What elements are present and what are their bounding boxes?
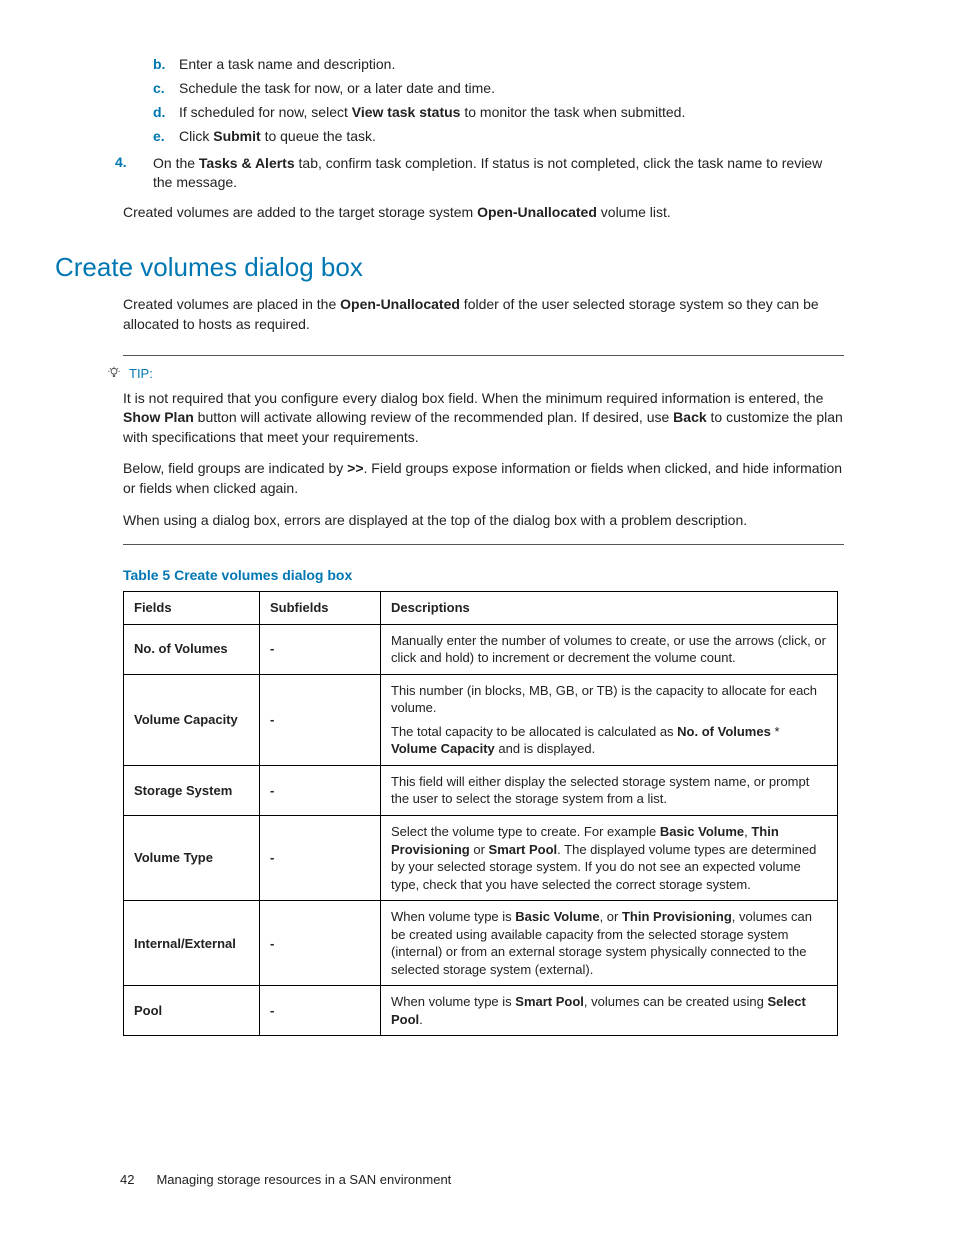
section-intro: Created volumes are placed in the Open-U…	[123, 295, 844, 334]
table-body: No. of Volumes-Manually enter the number…	[124, 624, 838, 1036]
list-item: d.If scheduled for now, select View task…	[153, 103, 844, 122]
table-row: No. of Volumes-Manually enter the number…	[124, 624, 838, 674]
table-header-row: FieldsSubfieldsDescriptions	[124, 592, 838, 625]
table-row: Storage System-This field will either di…	[124, 765, 838, 815]
tip-body: It is not required that you configure ev…	[107, 389, 844, 531]
tip-paragraph: Below, field groups are indicated by >>.…	[123, 459, 844, 498]
field-cell: Pool	[124, 986, 260, 1036]
description-cell: Manually enter the number of volumes to …	[381, 624, 838, 674]
table-row: Pool-When volume type is Smart Pool, vol…	[124, 986, 838, 1036]
description-cell: When volume type is Basic Volume, or Thi…	[381, 901, 838, 986]
list-item: b.Enter a task name and description.	[153, 55, 844, 74]
section-heading: Create volumes dialog box	[55, 252, 844, 283]
create-volumes-table: FieldsSubfieldsDescriptions No. of Volum…	[123, 591, 838, 1036]
field-cell: Volume Type	[124, 816, 260, 901]
table-caption: Table 5 Create volumes dialog box	[123, 567, 844, 583]
subfield-cell: -	[260, 624, 381, 674]
lettered-substeps: b.Enter a task name and description. c.Sc…	[153, 55, 844, 146]
tip-paragraph: It is not required that you configure ev…	[123, 389, 844, 448]
table-header-cell: Descriptions	[381, 592, 838, 625]
lightbulb-icon	[107, 366, 121, 380]
subfield-cell: -	[260, 674, 381, 765]
table-header-cell: Subfields	[260, 592, 381, 625]
list-item: e.Click Submit to queue the task.	[153, 127, 844, 146]
description-cell: When volume type is Smart Pool, volumes …	[381, 986, 838, 1036]
subfield-cell: -	[260, 986, 381, 1036]
description-cell: Select the volume type to create. For ex…	[381, 816, 838, 901]
footer-text: Managing storage resources in a SAN envi…	[156, 1172, 451, 1187]
tip-label: TIP:	[129, 366, 153, 381]
tip-paragraph: When using a dialog box, errors are disp…	[123, 511, 844, 531]
subfield-cell: -	[260, 901, 381, 986]
description-cell: This number (in blocks, MB, GB, or TB) i…	[381, 674, 838, 765]
subfield-cell: -	[260, 765, 381, 815]
page-number: 42	[120, 1172, 134, 1187]
page-footer: 42 Managing storage resources in a SAN e…	[120, 1172, 451, 1187]
list-item: 4.On the Tasks & Alerts tab, confirm tas…	[115, 154, 844, 193]
numbered-steps: 4.On the Tasks & Alerts tab, confirm tas…	[115, 154, 844, 193]
table-row: Volume Capacity-This number (in blocks, …	[124, 674, 838, 765]
description-cell: This field will either display the selec…	[381, 765, 838, 815]
field-cell: No. of Volumes	[124, 624, 260, 674]
field-cell: Volume Capacity	[124, 674, 260, 765]
post-steps-paragraph: Created volumes are added to the target …	[123, 203, 844, 223]
table-row: Volume Type-Select the volume type to cr…	[124, 816, 838, 901]
field-cell: Internal/External	[124, 901, 260, 986]
tip-block: TIP: It is not required that you configu…	[107, 355, 844, 546]
table-header-cell: Fields	[124, 592, 260, 625]
subfield-cell: -	[260, 816, 381, 901]
table-row: Internal/External-When volume type is Ba…	[124, 901, 838, 986]
list-item: c.Schedule the task for now, or a later …	[153, 79, 844, 98]
field-cell: Storage System	[124, 765, 260, 815]
